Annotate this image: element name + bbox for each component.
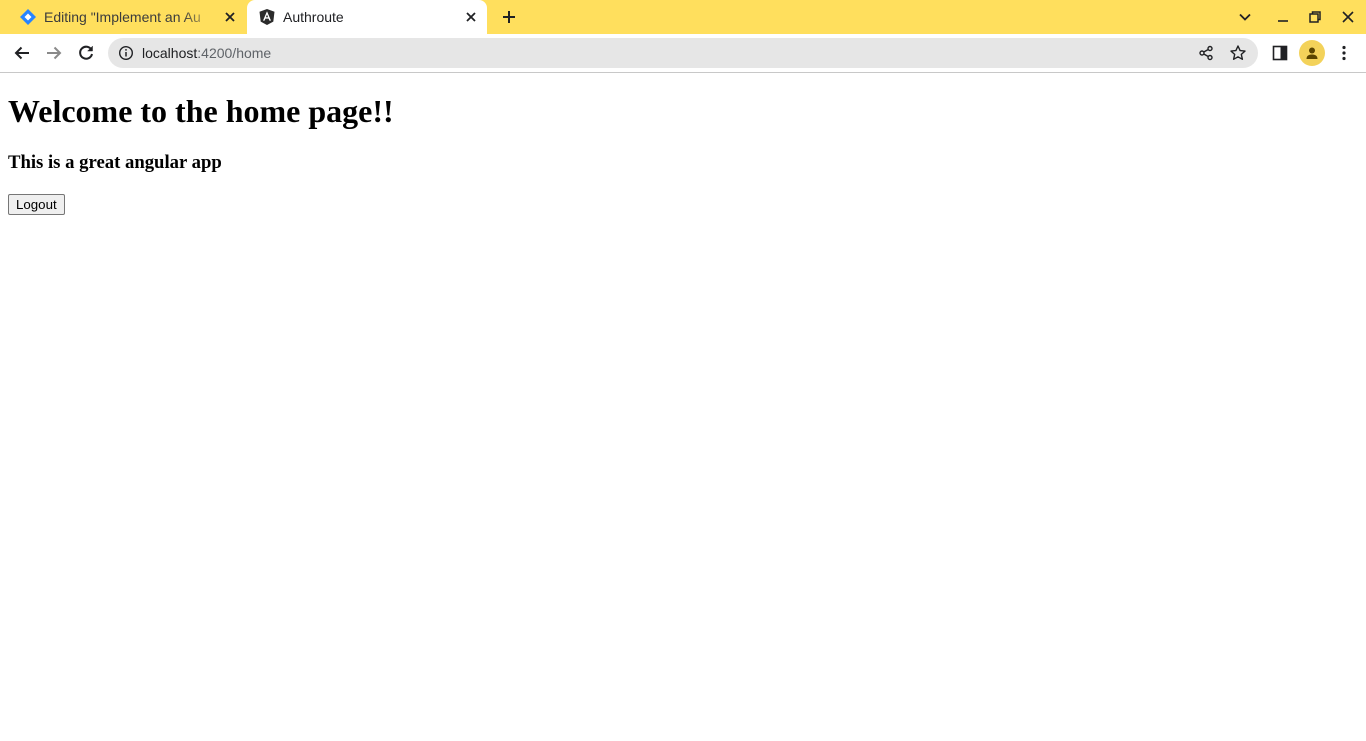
tab-title: Editing "Implement an Au xyxy=(44,9,201,25)
new-tab-plus-icon[interactable] xyxy=(500,8,518,26)
tab-title: Authroute xyxy=(283,9,344,25)
angular-icon xyxy=(258,8,276,29)
logout-button[interactable]: Logout xyxy=(8,194,65,215)
tab-editing[interactable]: Editing "Implement an Au xyxy=(8,0,246,34)
restore-icon[interactable] xyxy=(1307,9,1323,25)
share-icon[interactable] xyxy=(1198,45,1214,66)
url-text[interactable]: localhost:4200/home xyxy=(142,45,271,61)
tab-strip: Editing "Implement an Au Authroute xyxy=(0,0,1366,34)
reload-icon[interactable] xyxy=(76,43,96,63)
tab-authroute[interactable]: Authroute xyxy=(247,0,487,34)
browser-toolbar: localhost:4200/home xyxy=(0,34,1366,72)
menu-kebab-icon[interactable] xyxy=(1334,43,1354,63)
close-window-icon[interactable] xyxy=(1340,9,1356,25)
address-bar[interactable]: localhost:4200/home xyxy=(108,38,1258,68)
page-subtitle: This is a great angular app xyxy=(8,152,222,173)
tab-search-chevron-down-icon[interactable] xyxy=(1237,9,1253,25)
back-arrow-icon[interactable] xyxy=(12,43,32,63)
jira-diamond-icon xyxy=(19,8,37,29)
close-icon[interactable] xyxy=(463,9,479,25)
url-path: :4200/home xyxy=(197,45,272,61)
url-host: localhost xyxy=(142,45,198,61)
page-content: Welcome to the home page!! This is a gre… xyxy=(0,73,1366,741)
site-info-icon[interactable] xyxy=(118,45,134,66)
close-icon[interactable] xyxy=(222,9,238,25)
page-title: Welcome to the home page!! xyxy=(8,93,394,129)
profile-avatar-icon[interactable] xyxy=(1299,40,1325,66)
side-panel-icon[interactable] xyxy=(1270,43,1290,63)
minimize-icon[interactable] xyxy=(1275,9,1291,25)
bookmark-star-icon[interactable] xyxy=(1229,44,1247,67)
forward-arrow-icon[interactable] xyxy=(44,43,64,63)
